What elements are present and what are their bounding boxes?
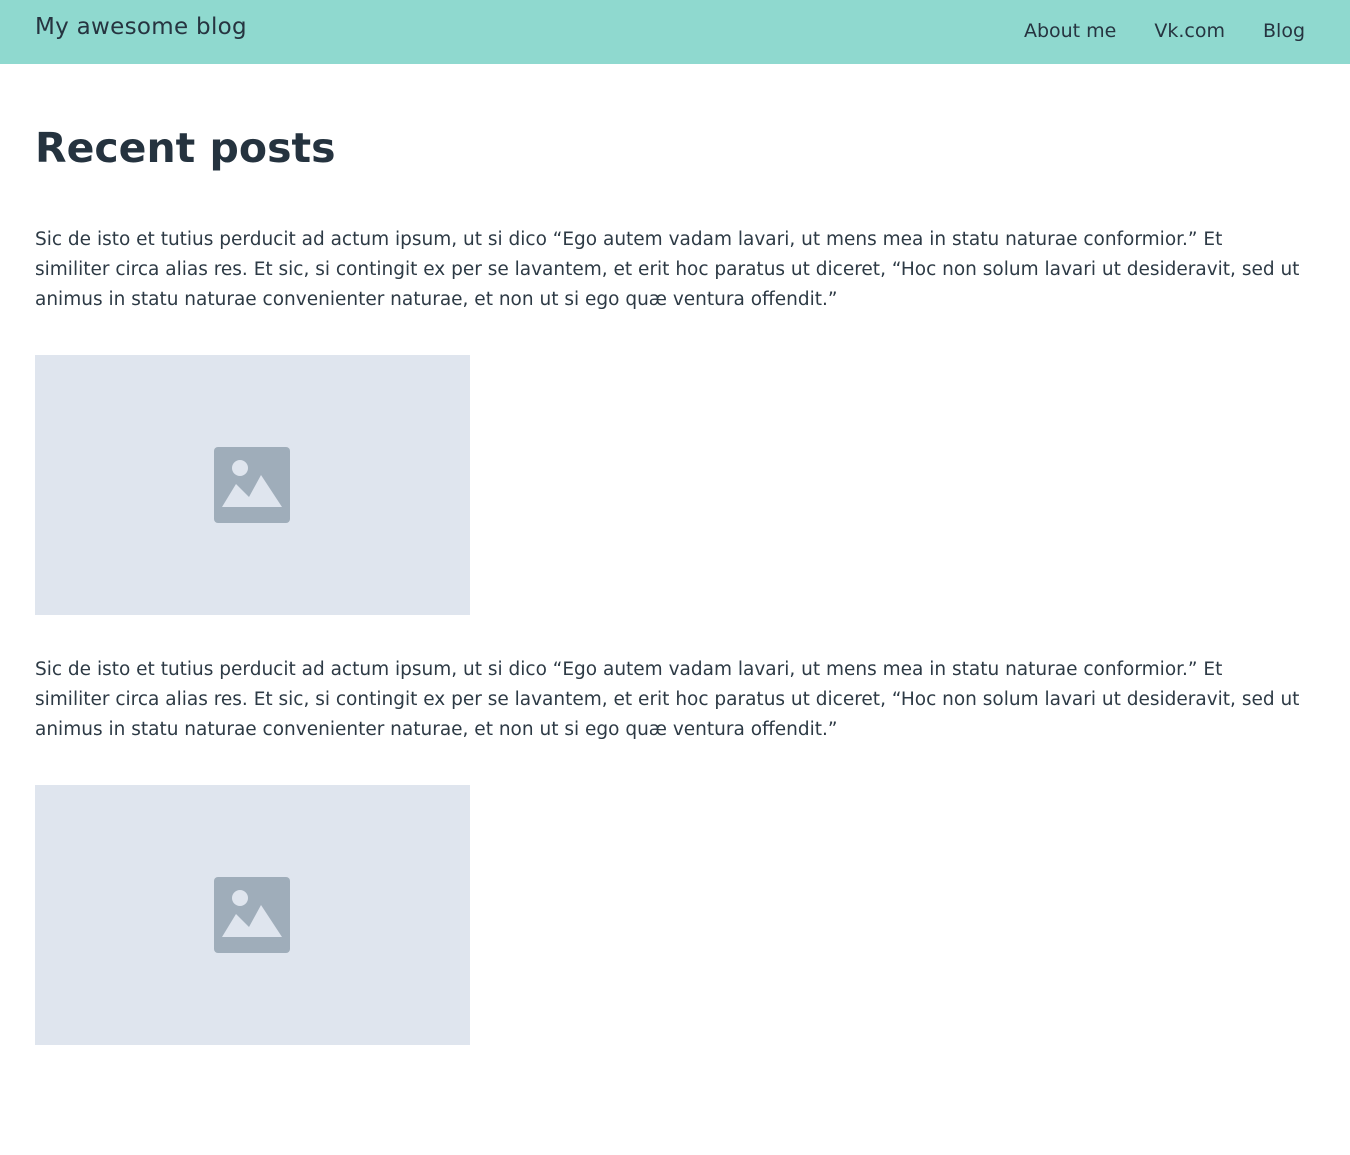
main-nav: About me Vk.com Blog xyxy=(1024,20,1305,42)
post-text: Sic de isto et tutius perducit ad actum … xyxy=(35,659,1300,740)
post-image-placeholder xyxy=(35,785,470,1045)
page-title: Recent posts xyxy=(35,124,336,172)
nav-link-vk[interactable]: Vk.com xyxy=(1154,20,1225,42)
post-text: Sic de isto et tutius perducit ad actum … xyxy=(35,229,1300,310)
nav-link-about-me[interactable]: About me xyxy=(1024,20,1116,42)
nav-link-blog[interactable]: Blog xyxy=(1263,20,1305,42)
top-navbar: My awesome blog About me Vk.com Blog xyxy=(0,0,1350,64)
brand-link[interactable]: My awesome blog xyxy=(35,14,247,40)
image-placeholder-icon xyxy=(214,447,290,523)
image-placeholder-icon xyxy=(214,877,290,953)
post-image-placeholder xyxy=(35,355,470,615)
